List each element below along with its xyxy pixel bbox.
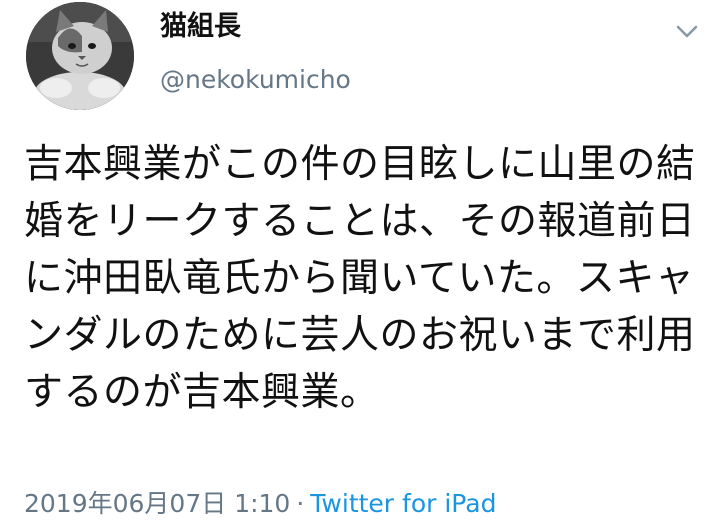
display-name[interactable]: 猫組長 [160,10,241,44]
tweet-timestamp[interactable]: 2019年06月07日 1:10 [24,489,290,518]
tweet-meta: 2019年06月07日 1:10 · Twitter for iPad [24,487,496,521]
chevron-down-icon[interactable] [672,16,702,46]
cat-avatar-icon [26,2,134,110]
tweet-card: 猫組長 @nekokumicho 吉本興業がこの件の目眩しに山里の結婚をリークす… [0,0,720,529]
tweet-text: 吉本興業がこの件の目眩しに山里の結婚をリークすることは、その報道前日に沖田臥竜氏… [24,142,696,415]
tweet-source-link[interactable]: Twitter for iPad [310,489,496,518]
meta-separator: · [296,489,305,518]
user-handle[interactable]: @nekokumicho [160,64,351,96]
user-avatar[interactable] [26,2,134,110]
